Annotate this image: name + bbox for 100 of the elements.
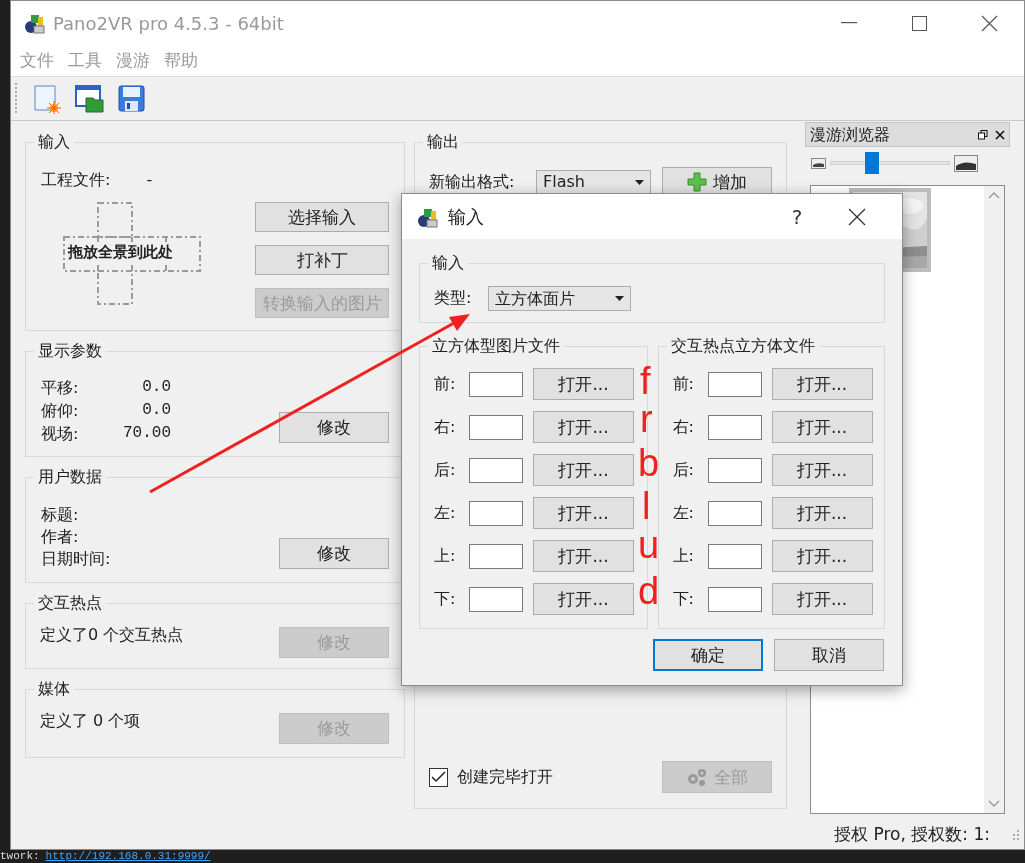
open-button[interactable]: 打开... <box>533 368 634 400</box>
action-button[interactable]: 选择输入 <box>255 202 389 232</box>
save-button[interactable] <box>117 83 147 114</box>
annotation-letter: d <box>638 572 660 610</box>
field-label: 平移: <box>41 377 80 399</box>
dropdown-caret-icon <box>615 296 624 301</box>
file-field[interactable] <box>469 414 523 440</box>
field-value: 70.00 <box>122 423 171 444</box>
background-text: twork: <box>0 850 40 862</box>
field-label: 俯仰: <box>41 400 80 422</box>
group-title: 交互热点 <box>34 592 106 614</box>
field-label: 上: <box>434 545 457 567</box>
open-button[interactable]: 打开... <box>533 583 634 615</box>
open-after-create-checkbox[interactable]: 创建完毕打开 <box>429 765 553 789</box>
maximize-icon <box>910 14 928 32</box>
group-title: 交互热点立方体文件 <box>666 335 819 357</box>
open-button[interactable]: 打开... <box>771 540 873 572</box>
zoom-slider[interactable] <box>830 152 950 174</box>
open-button[interactable]: 打开... <box>771 497 873 529</box>
file-field[interactable] <box>469 543 523 569</box>
file-field[interactable] <box>469 457 523 483</box>
type-select[interactable]: 立方体面片 <box>488 286 631 311</box>
field-label: 左: <box>672 502 695 524</box>
annotation-letter: l <box>642 487 651 525</box>
cancel-button[interactable]: 取消 <box>774 639 884 671</box>
slider-thumb[interactable] <box>864 152 879 174</box>
file-field[interactable] <box>469 586 523 612</box>
file-field[interactable] <box>469 371 523 397</box>
open-button[interactable]: 打开... <box>771 454 873 486</box>
small-image-icon <box>811 157 826 169</box>
large-image-icon <box>954 154 978 172</box>
field-value: - <box>146 169 153 191</box>
drop-hint: 拖放全景到此处 <box>68 242 173 262</box>
gears-icon <box>686 767 708 787</box>
open-button[interactable]: 打开... <box>533 454 634 486</box>
app-icon <box>23 12 45 34</box>
group-title: 媒体 <box>34 678 74 700</box>
field-label: 前: <box>434 373 457 395</box>
close-icon <box>995 129 1005 140</box>
field-label: 作者: <box>41 526 80 548</box>
scrollbar[interactable] <box>984 186 1004 813</box>
field-label: 后: <box>672 459 695 481</box>
open-button[interactable]: 打开... <box>771 583 873 615</box>
field-label: 上: <box>672 545 695 567</box>
summary-text: 定义了 0 个项 <box>40 710 141 732</box>
file-field[interactable] <box>707 371 762 397</box>
size-grip-icon[interactable] <box>1012 830 1020 840</box>
scroll-down-icon[interactable] <box>988 800 1000 807</box>
annotation-letter: r <box>640 400 653 438</box>
plus-icon <box>687 172 707 192</box>
summary-text: 定义了0 个交互热点 <box>40 624 184 646</box>
open-button[interactable]: 打开... <box>533 411 634 443</box>
help-button[interactable]: ? <box>782 194 812 239</box>
file-field[interactable] <box>707 543 762 569</box>
file-field[interactable] <box>469 500 523 526</box>
field-value: 0.0 <box>141 400 171 421</box>
field-label: 下: <box>672 588 695 610</box>
field-label: 右: <box>672 416 695 438</box>
window-title: Pano2VR pro 4.5.3 - 64bit <box>53 11 284 36</box>
checkmark-icon <box>431 771 446 783</box>
annotation-letter: b <box>638 444 660 482</box>
close-icon <box>980 14 998 32</box>
field-label: 视场: <box>41 423 80 445</box>
open-folder-button[interactable] <box>75 83 105 114</box>
field-label: 标题: <box>41 504 80 526</box>
open-button[interactable]: 打开... <box>771 368 873 400</box>
field-label: 右: <box>434 416 457 438</box>
open-button[interactable]: 打开... <box>771 411 873 443</box>
field-label: 前: <box>672 373 695 395</box>
modify-button[interactable]: 修改 <box>279 412 389 443</box>
group-title: 显示参数 <box>34 340 106 362</box>
group-title: 输入 <box>34 131 74 153</box>
field-value: 0.0 <box>141 377 171 398</box>
group-title: 立方体型图片文件 <box>428 335 564 357</box>
file-field[interactable] <box>707 586 762 612</box>
file-field[interactable] <box>707 500 762 526</box>
new-file-button[interactable] <box>33 83 63 114</box>
file-field[interactable] <box>707 414 762 440</box>
field-label: 工程文件: <box>41 169 111 191</box>
minimize-icon <box>841 22 857 24</box>
group-title: 用户数据 <box>34 466 106 488</box>
scroll-up-icon[interactable] <box>988 192 1000 199</box>
file-field[interactable] <box>707 457 762 483</box>
ok-button[interactable]: 确定 <box>653 639 763 671</box>
field-label: 新输出格式: <box>429 171 516 193</box>
annotation-letter: u <box>638 526 660 564</box>
field-label: 左: <box>434 502 457 524</box>
float-icon <box>978 129 988 140</box>
action-button[interactable]: 打补丁 <box>255 245 389 275</box>
group-title: 输入 <box>428 252 468 274</box>
field-label: 下: <box>434 588 457 610</box>
field-label: 类型: <box>434 287 473 309</box>
field-label: 后: <box>434 459 457 481</box>
open-button[interactable]: 打开... <box>533 540 634 572</box>
format-select[interactable]: Flash <box>536 170 651 194</box>
dialog-title: 输入 <box>448 205 484 229</box>
open-button[interactable]: 打开... <box>533 497 634 529</box>
annotation-letter: f <box>640 362 651 400</box>
background-link[interactable]: http://192.168.0.31:9999/ <box>45 850 211 862</box>
modify-button[interactable]: 修改 <box>279 538 389 569</box>
